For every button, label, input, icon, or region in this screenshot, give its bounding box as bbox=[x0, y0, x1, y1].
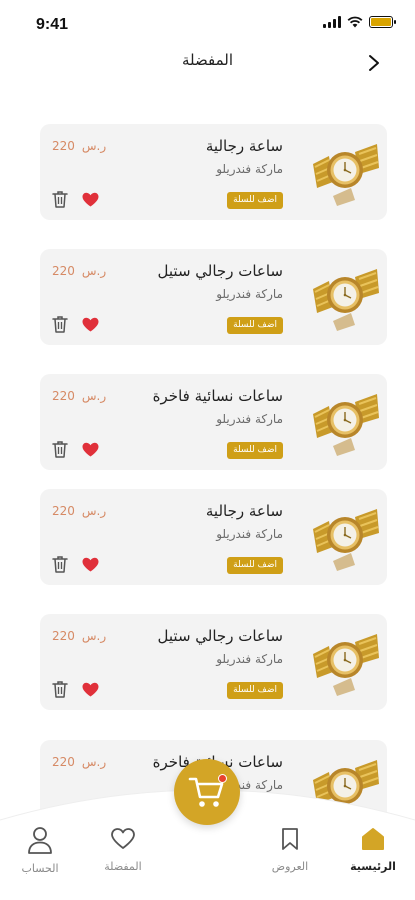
status-time: 9:41 bbox=[36, 16, 69, 33]
nav-item-account[interactable]: الحساب bbox=[0, 826, 80, 886]
product-price: ر.س 220 bbox=[52, 504, 120, 518]
heart-filled-icon[interactable] bbox=[82, 682, 99, 697]
trash-icon[interactable] bbox=[52, 440, 68, 458]
chevron-right-icon[interactable] bbox=[363, 52, 385, 74]
nav-label-favorites: المفضلة bbox=[104, 860, 142, 873]
bookmark-icon bbox=[282, 828, 298, 850]
page-title: المفضلة bbox=[181, 51, 233, 69]
price-currency: ر.س bbox=[81, 629, 107, 643]
status-bar: 9:41 bbox=[0, 0, 415, 44]
trash-icon[interactable] bbox=[52, 680, 68, 698]
price-value: 220 bbox=[52, 264, 75, 278]
price-value: 220 bbox=[52, 504, 75, 518]
product-brand: ماركة فندريلو bbox=[216, 527, 283, 541]
nav-item-favorites[interactable]: المفضلة bbox=[83, 826, 163, 886]
home-icon bbox=[362, 828, 384, 850]
product-price: ر.س 220 bbox=[52, 139, 120, 153]
product-name: ساعات رجالي ستيل bbox=[157, 627, 283, 645]
price-currency: ر.س bbox=[81, 755, 107, 769]
favorite-card[interactable]: ساعات نسائية فاخرة ماركة فندريلو اضف للس… bbox=[40, 374, 387, 470]
price-currency: ر.س bbox=[81, 389, 107, 403]
heart-icon bbox=[111, 828, 135, 849]
nav-label-account: الحساب bbox=[21, 862, 59, 875]
add-to-cart-button[interactable]: اضف للسلة bbox=[227, 557, 283, 574]
price-value: 220 bbox=[52, 389, 75, 403]
add-to-cart-button[interactable]: اضف للسلة bbox=[227, 682, 283, 699]
favorite-card[interactable]: ساعات رجالي ستيل ماركة فندريلو اضف للسلة… bbox=[40, 614, 387, 710]
watch-image bbox=[313, 269, 379, 331]
trash-icon[interactable] bbox=[52, 190, 68, 208]
watch-image bbox=[313, 144, 379, 206]
add-to-cart-button[interactable]: اضف للسلة bbox=[227, 192, 283, 209]
nav-item-home[interactable]: الرئيسية bbox=[333, 826, 413, 886]
product-price: ر.س 220 bbox=[52, 264, 120, 278]
product-name: ساعات نسائية فاخرة bbox=[152, 387, 283, 405]
price-currency: ر.س bbox=[81, 264, 107, 278]
heart-filled-icon[interactable] bbox=[82, 442, 99, 457]
nav-item-offers[interactable]: العروض bbox=[250, 826, 330, 886]
heart-filled-icon[interactable] bbox=[82, 317, 99, 332]
page-header: المفضلة bbox=[0, 44, 415, 84]
favorite-card[interactable]: ساعة رجالية ماركة فندريلو اضف للسلة ر.س 2… bbox=[40, 124, 387, 220]
favorite-card[interactable]: ساعة رجالية ماركة فندريلو اضف للسلة ر.س 2… bbox=[40, 489, 387, 585]
price-value: 220 bbox=[52, 755, 75, 769]
price-value: 220 bbox=[52, 629, 75, 643]
trash-icon[interactable] bbox=[52, 315, 68, 333]
wifi-icon bbox=[347, 16, 363, 28]
add-to-cart-button[interactable]: اضف للسلة bbox=[227, 317, 283, 334]
watch-image bbox=[313, 509, 379, 571]
product-name: ساعة رجالية bbox=[205, 137, 283, 155]
product-name: ساعات رجالي ستيل bbox=[157, 262, 283, 280]
nav-label-offers: العروض bbox=[271, 860, 309, 873]
product-price: ر.س 220 bbox=[52, 629, 120, 643]
product-brand: ماركة فندريلو bbox=[216, 652, 283, 666]
signal-icon bbox=[323, 16, 341, 28]
heart-filled-icon[interactable] bbox=[82, 192, 99, 207]
watch-image bbox=[313, 394, 379, 456]
watch-image bbox=[313, 634, 379, 696]
nav-label-home: الرئيسية bbox=[350, 860, 396, 873]
product-brand: ماركة فندريلو bbox=[216, 287, 283, 301]
status-icons bbox=[323, 16, 396, 28]
favorites-screen: 9:41 المفضلة ساعة رجالية ماركة فندريلو ا… bbox=[0, 0, 415, 900]
cart-button[interactable] bbox=[174, 759, 240, 825]
battery-icon bbox=[369, 16, 396, 28]
trash-icon[interactable] bbox=[52, 555, 68, 573]
heart-filled-icon[interactable] bbox=[82, 557, 99, 572]
favorite-card[interactable]: ساعات رجالي ستيل ماركة فندريلو اضف للسلة… bbox=[40, 249, 387, 345]
price-currency: ر.س bbox=[81, 139, 107, 153]
product-brand: ماركة فندريلو bbox=[216, 162, 283, 176]
user-icon bbox=[28, 827, 52, 854]
product-brand: ماركة فندريلو bbox=[216, 412, 283, 426]
add-to-cart-button[interactable]: اضف للسلة bbox=[227, 442, 283, 459]
product-name: ساعة رجالية bbox=[205, 502, 283, 520]
product-price: ر.س 220 bbox=[52, 755, 120, 769]
price-value: 220 bbox=[52, 139, 75, 153]
price-currency: ر.س bbox=[81, 504, 107, 518]
cart-notification-dot bbox=[218, 774, 227, 783]
product-price: ر.س 220 bbox=[52, 389, 120, 403]
